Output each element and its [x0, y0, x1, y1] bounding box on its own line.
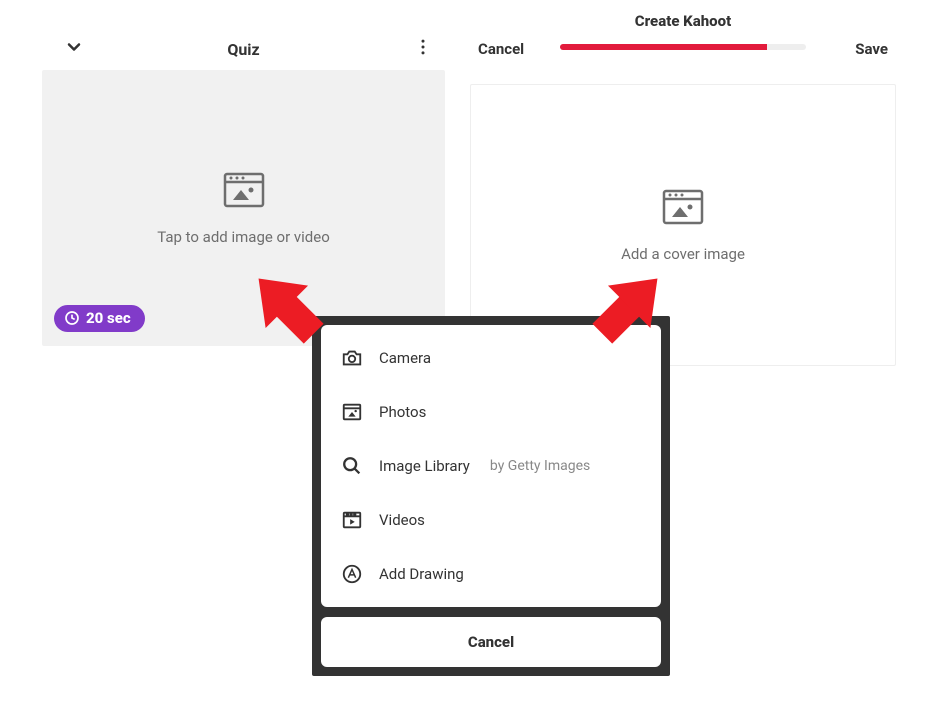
time-limit-pill[interactable]: 20 sec	[54, 305, 145, 332]
add-media-label: Tap to add image or video	[157, 228, 330, 246]
camera-icon	[341, 347, 363, 369]
media-source-dialog: Camera Photos Image Library by Getty Ima…	[312, 316, 670, 676]
option-image-library[interactable]: Image Library by Getty Images	[321, 439, 661, 493]
option-videos[interactable]: Videos	[321, 493, 661, 547]
option-label: Image Library	[379, 457, 470, 475]
photos-icon	[341, 401, 363, 423]
search-icon	[341, 455, 363, 477]
option-label: Videos	[379, 511, 425, 529]
save-button[interactable]: Save	[855, 40, 888, 58]
collapse-chevron-icon[interactable]	[64, 37, 84, 61]
add-cover-label: Add a cover image	[621, 245, 745, 263]
more-options-icon[interactable]	[413, 37, 433, 61]
video-icon	[341, 509, 363, 531]
time-limit-label: 20 sec	[86, 309, 131, 327]
option-sublabel: by Getty Images	[490, 458, 590, 474]
image-placeholder-icon	[662, 187, 704, 231]
option-photos[interactable]: Photos	[321, 385, 661, 439]
progress-fill	[560, 44, 767, 50]
quiz-editor-panel: Quiz Tap to add image or video 20 sec	[42, 28, 445, 346]
cancel-label: Cancel	[468, 633, 514, 651]
progress-bar	[560, 44, 806, 50]
create-header: Cancel Create Kahoot Save	[470, 28, 896, 70]
quiz-header: Quiz	[42, 28, 445, 70]
option-label: Photos	[379, 403, 426, 421]
drawing-icon	[341, 563, 363, 585]
quiz-title: Quiz	[227, 40, 259, 59]
option-label: Camera	[379, 349, 431, 367]
image-placeholder-icon	[223, 170, 265, 214]
dialog-cancel-button[interactable]: Cancel	[321, 617, 661, 667]
cancel-button[interactable]: Cancel	[478, 40, 524, 58]
option-label: Add Drawing	[379, 565, 464, 583]
page-title: Create Kahoot	[635, 12, 731, 30]
add-media-area[interactable]: Tap to add image or video 20 sec	[42, 70, 445, 346]
option-camera[interactable]: Camera	[321, 331, 661, 385]
option-add-drawing[interactable]: Add Drawing	[321, 547, 661, 601]
media-source-list: Camera Photos Image Library by Getty Ima…	[321, 325, 661, 607]
